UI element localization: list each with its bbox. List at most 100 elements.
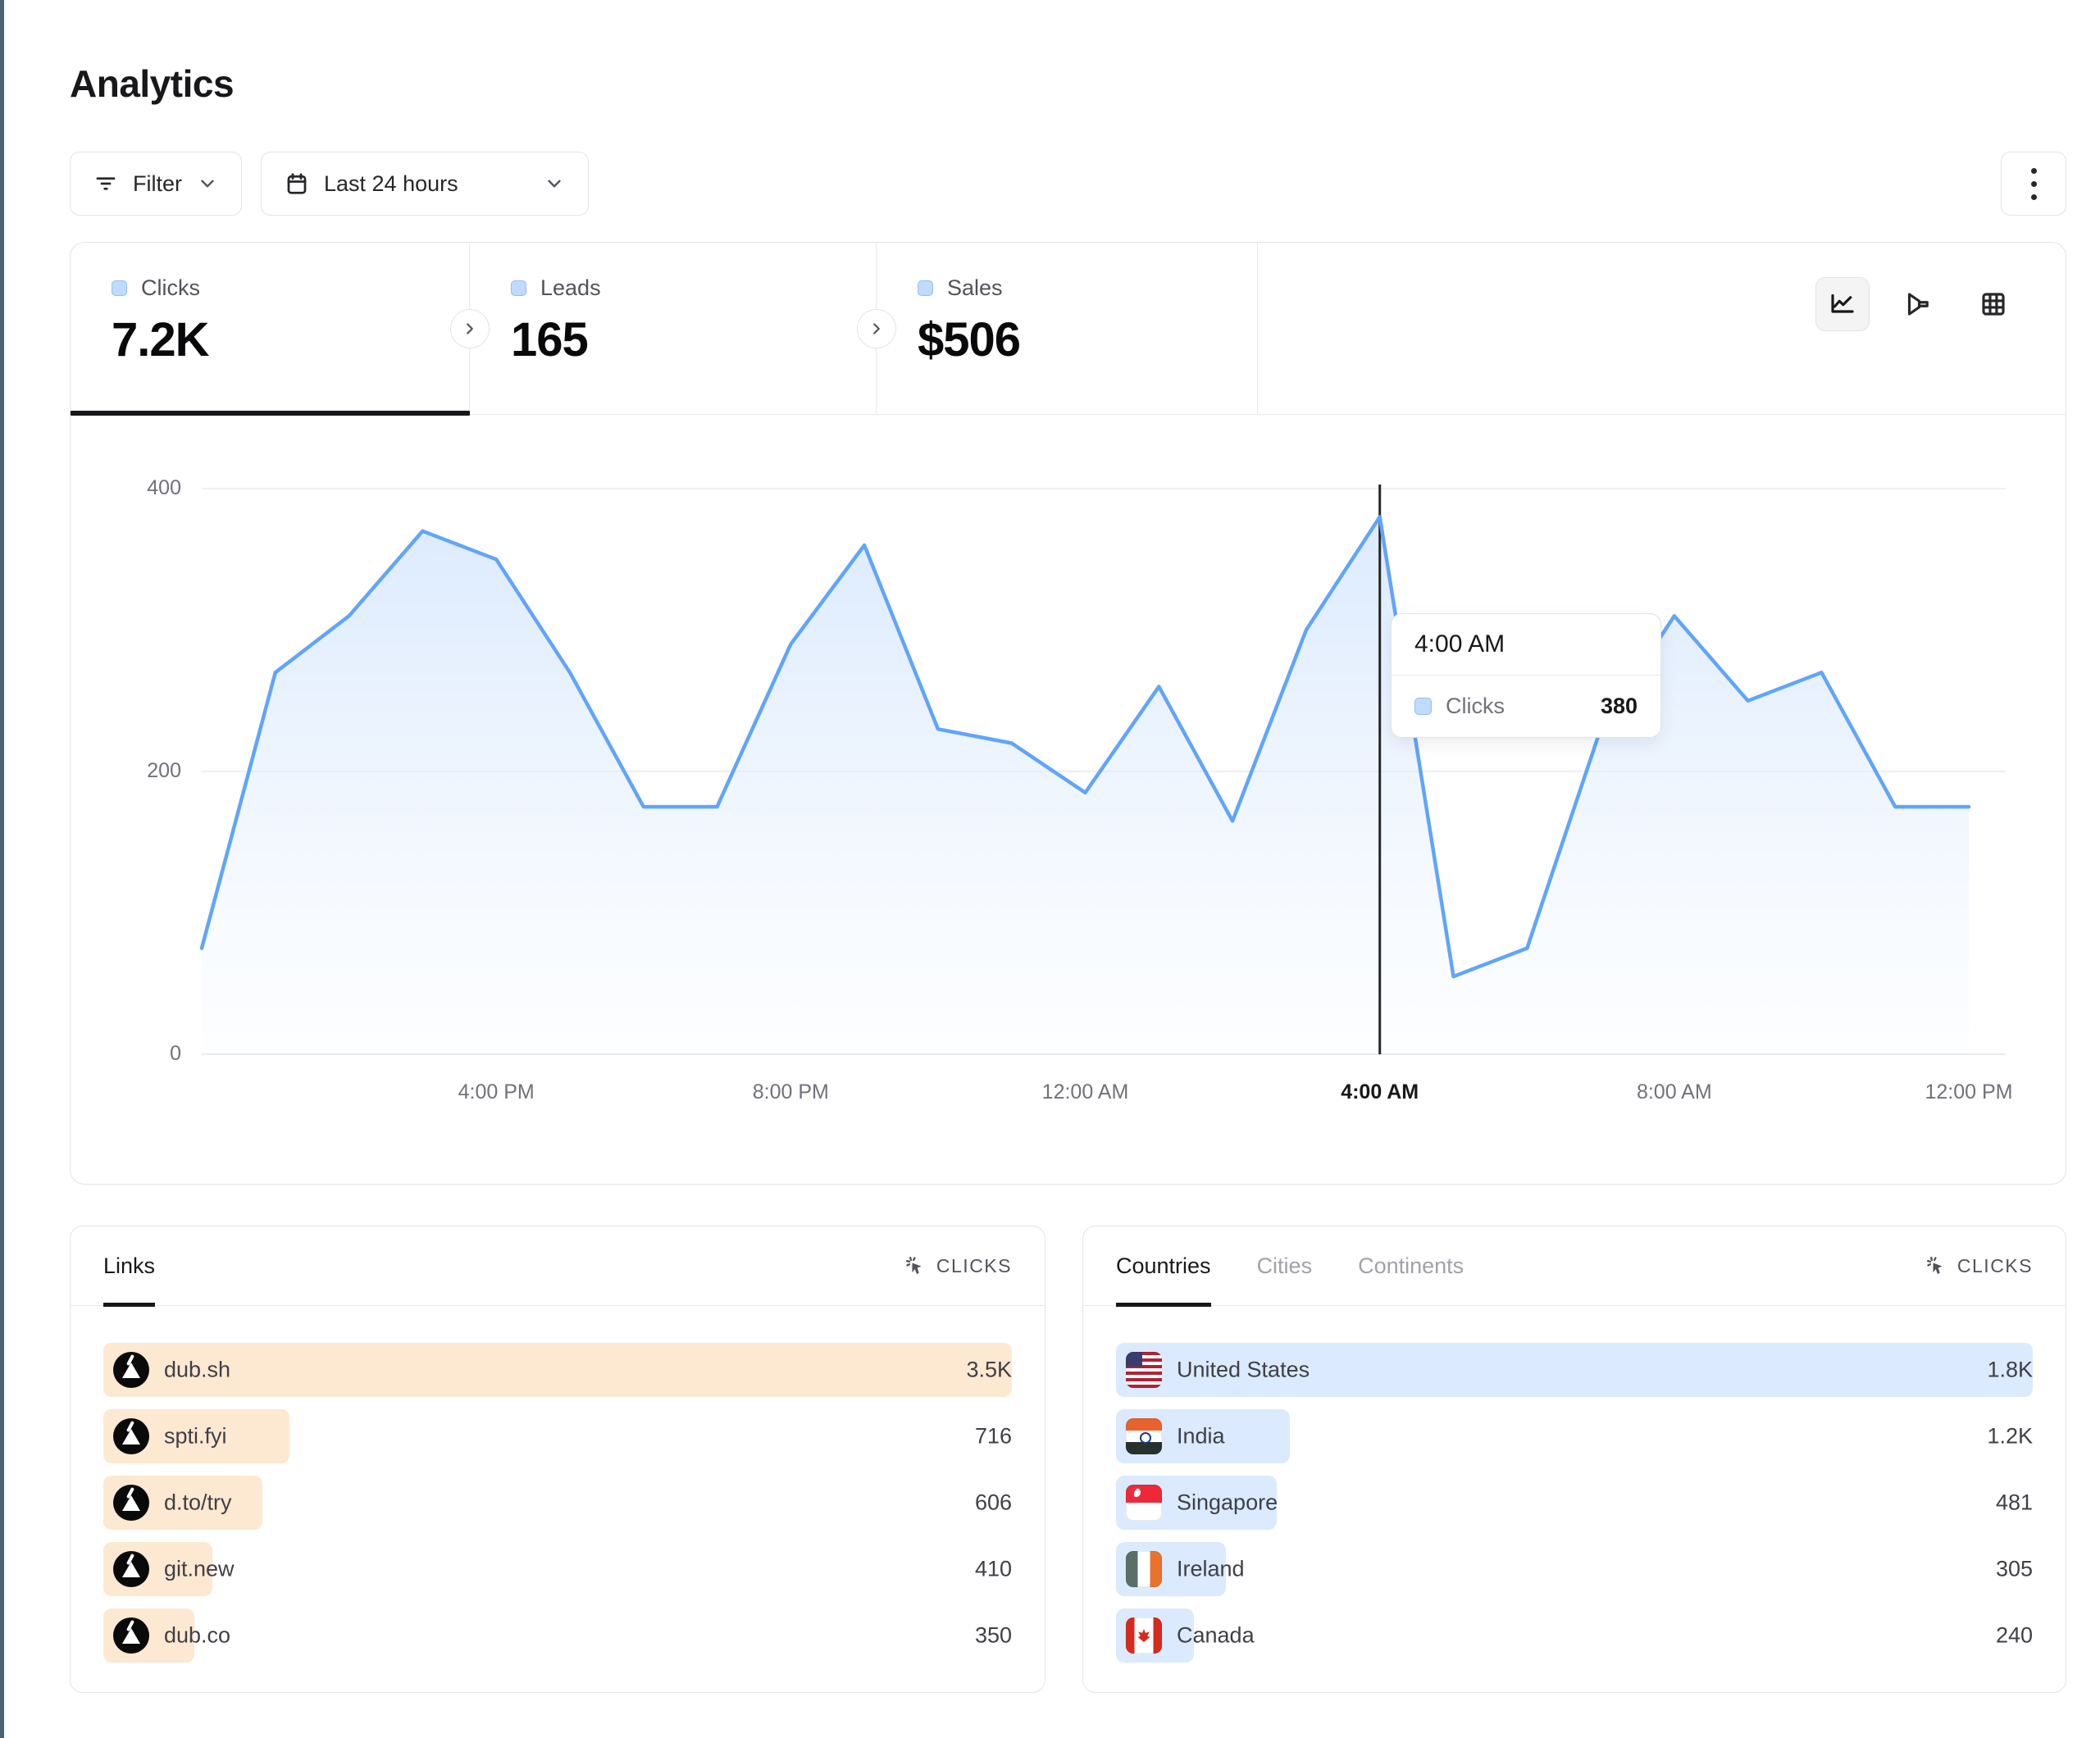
- canada-flag-icon: [1126, 1617, 1162, 1654]
- country-value: 481: [1996, 1490, 2033, 1516]
- sales-tab-label: Sales: [947, 275, 1003, 301]
- clicks-legend-square: [112, 280, 127, 296]
- singapore-flag-icon: [1126, 1485, 1162, 1521]
- link-value: 3.5K: [966, 1358, 1012, 1383]
- chevron-down-icon: [197, 173, 218, 194]
- link-row-d-to-try[interactable]: d.to/try 606: [103, 1476, 1012, 1530]
- country-label: India: [1177, 1424, 1225, 1449]
- date-range-button[interactable]: Last 24 hours: [261, 152, 589, 216]
- link-label: dub.co: [164, 1623, 230, 1649]
- filter-lines-icon: [93, 171, 118, 196]
- filter-button[interactable]: Filter: [70, 152, 242, 216]
- country-value: 305: [1996, 1557, 2033, 1582]
- links-panel: Links CLICKS dub.sh 3.5K spti.fyi 716 d.…: [70, 1226, 1045, 1693]
- date-range-label: Last 24 hours: [324, 171, 458, 197]
- link-label: git.new: [164, 1557, 235, 1582]
- analytics-card: Clicks 7.2K Leads 165 Sales $506: [70, 242, 2066, 1185]
- tooltip-legend-square: [1414, 698, 1432, 715]
- dub-logo-icon: [113, 1352, 149, 1388]
- x-axis-tick-label: 4:00 AM: [1314, 1081, 1446, 1104]
- country-label: Canada: [1177, 1623, 1255, 1649]
- link-label: dub.sh: [164, 1358, 230, 1383]
- link-value: 716: [975, 1424, 1012, 1449]
- country-value: 240: [1996, 1623, 2033, 1649]
- tab-countries[interactable]: Countries: [1116, 1226, 1211, 1305]
- x-axis-tick-label: 8:00 PM: [725, 1081, 856, 1104]
- tab-clicks[interactable]: Clicks 7.2K: [71, 243, 470, 415]
- geo-metric-switcher[interactable]: CLICKS: [1925, 1254, 2033, 1277]
- country-label: Ireland: [1177, 1557, 1245, 1582]
- tooltip-value: 380: [1601, 694, 1638, 719]
- area-fill: [202, 517, 1969, 1055]
- tab-leads[interactable]: Leads 165: [470, 243, 877, 415]
- country-row-ireland[interactable]: Ireland 305: [1116, 1542, 2033, 1596]
- dub-logo-icon: [113, 1485, 149, 1521]
- country-row-singapore[interactable]: Singapore 481: [1116, 1476, 2033, 1530]
- line-chart-icon[interactable]: [1815, 277, 1870, 331]
- links-metric-switcher[interactable]: CLICKS: [904, 1254, 1012, 1277]
- link-label: spti.fyi: [164, 1424, 227, 1449]
- leads-tab-label: Leads: [540, 275, 601, 301]
- sales-legend-square: [918, 280, 933, 296]
- cursor-click-icon: [1925, 1254, 1947, 1277]
- calendar-icon: [285, 171, 309, 196]
- link-row-dub-sh[interactable]: dub.sh 3.5K: [103, 1343, 1012, 1397]
- funnel-icon[interactable]: [1891, 277, 1945, 331]
- expand-leads-button[interactable]: [450, 309, 490, 348]
- tab-sales[interactable]: Sales $506: [877, 243, 1258, 415]
- geo-panel: Countries Cities Continents CLICKS Unite…: [1082, 1226, 2066, 1693]
- tooltip-time: 4:00 AM: [1392, 614, 1660, 676]
- country-row-canada[interactable]: Canada 240: [1116, 1608, 2033, 1663]
- country-value: 1.8K: [1987, 1358, 2033, 1383]
- filter-button-label: Filter: [133, 171, 182, 197]
- chart-view-switcher: [1815, 277, 2020, 331]
- links-metric-label: CLICKS: [936, 1255, 1012, 1277]
- sales-tab-value: $506: [918, 312, 1257, 367]
- kebab-menu-icon: [2031, 168, 2037, 200]
- tab-continents[interactable]: Continents: [1358, 1226, 1464, 1305]
- cursor-click-icon: [904, 1254, 927, 1277]
- country-row-united-states[interactable]: United States 1.8K: [1116, 1343, 2033, 1397]
- page-title: Analytics: [70, 61, 234, 106]
- country-row-india[interactable]: India 1.2K: [1116, 1409, 2033, 1463]
- link-bar: [103, 1343, 1012, 1397]
- country-value: 1.2K: [1987, 1424, 2033, 1449]
- country-label: United States: [1177, 1358, 1310, 1383]
- more-options-button[interactable]: [2001, 152, 2066, 216]
- link-row-dub-co[interactable]: dub.co 350: [103, 1608, 1012, 1663]
- india-flag-icon: [1126, 1418, 1162, 1454]
- grid-icon[interactable]: [1966, 277, 2020, 331]
- chart-tooltip: 4:00 AM Clicks 380: [1391, 613, 1661, 738]
- dub-logo-icon: [113, 1551, 149, 1587]
- y-axis-tick-label: 0: [91, 1042, 181, 1066]
- stats-tab-row: Clicks 7.2K Leads 165 Sales $506: [71, 243, 2066, 415]
- x-axis-tick-label: 12:00 AM: [1020, 1081, 1151, 1104]
- tab-links[interactable]: Links: [103, 1226, 155, 1305]
- leads-legend-square: [511, 280, 526, 296]
- x-axis-tick-label: 4:00 PM: [430, 1081, 562, 1104]
- country-label: Singapore: [1177, 1490, 1278, 1516]
- clicks-tab-label: Clicks: [141, 275, 200, 301]
- link-row-spti-fyi[interactable]: spti.fyi 716: [103, 1409, 1012, 1463]
- clicks-tab-value: 7.2K: [112, 312, 469, 367]
- tab-cities[interactable]: Cities: [1257, 1226, 1313, 1305]
- dub-logo-icon: [113, 1418, 149, 1454]
- chart-canvas: [71, 415, 2067, 1185]
- leads-tab-value: 165: [511, 312, 876, 367]
- chevron-down-icon: [544, 173, 565, 194]
- expand-sales-button[interactable]: [857, 309, 896, 348]
- link-row-git-new[interactable]: git.new 410: [103, 1542, 1012, 1596]
- x-axis-tick-label: 12:00 PM: [1903, 1081, 2034, 1104]
- left-edge-accent: [0, 0, 4, 1738]
- link-value: 410: [975, 1557, 1012, 1582]
- x-axis-tick-label: 8:00 AM: [1609, 1081, 1740, 1104]
- us-flag-icon: [1126, 1352, 1162, 1388]
- ireland-flag-icon: [1126, 1551, 1162, 1587]
- link-label: d.to/try: [164, 1490, 232, 1516]
- clicks-time-series-chart[interactable]: 0 200 400 4:00 PM 8:00 PM 12:00 AM 4:00 AM 8:00…: [71, 415, 2067, 1185]
- link-value: 350: [975, 1623, 1012, 1649]
- y-axis-tick-label: 200: [91, 759, 181, 783]
- link-value: 606: [975, 1490, 1012, 1516]
- geo-metric-label: CLICKS: [1957, 1255, 2033, 1277]
- y-axis-tick-label: 400: [91, 476, 181, 500]
